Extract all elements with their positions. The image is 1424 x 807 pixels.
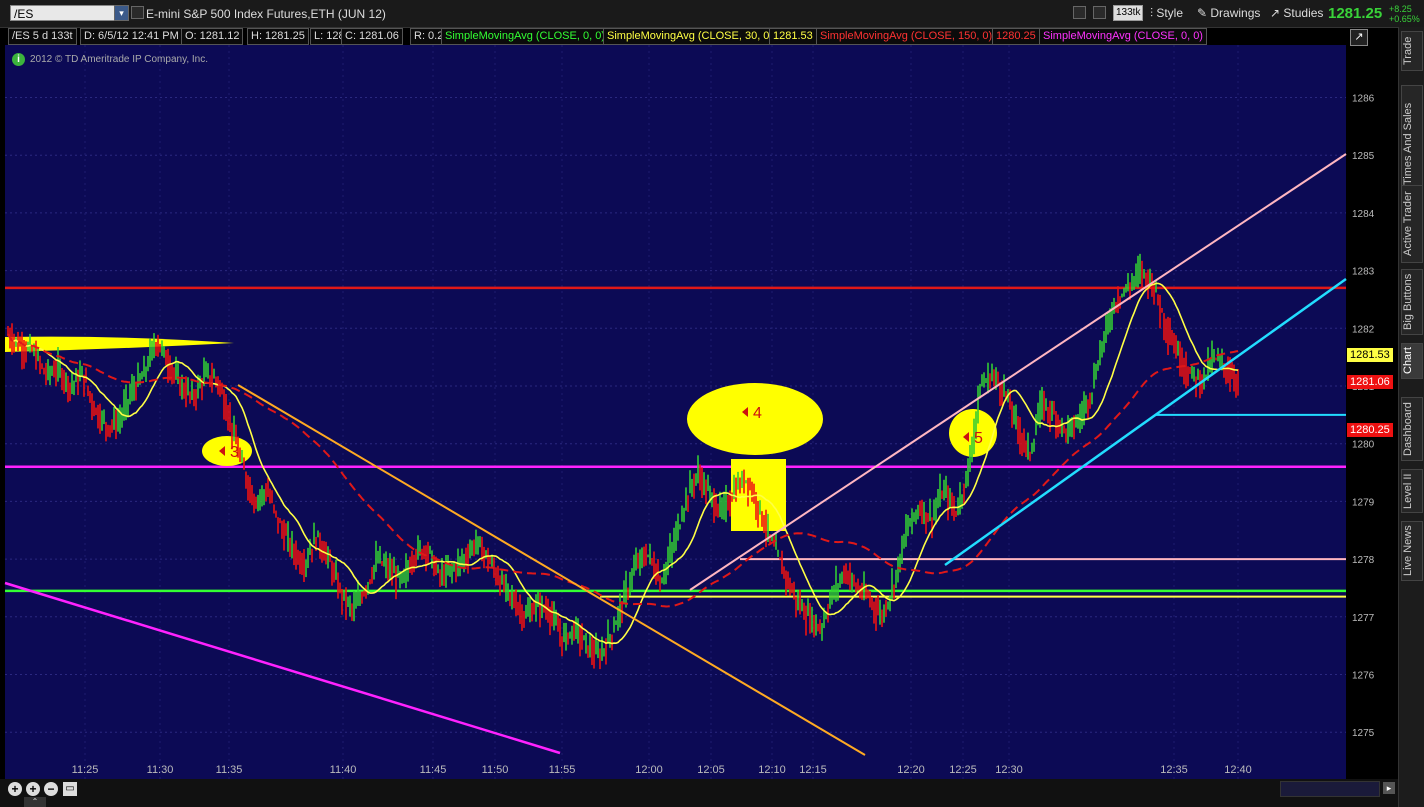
annotation-label-5: 5 — [974, 430, 983, 447]
studies-button[interactable]: ↗ Studies — [1270, 5, 1323, 22]
scrollbar[interactable] — [1280, 781, 1380, 797]
zoom-out-icon[interactable]: − — [44, 782, 58, 796]
x-tick-label: 12:15 — [799, 764, 827, 776]
highlight-ellipse-5 — [949, 409, 997, 457]
style-label: Style — [1156, 6, 1184, 20]
info-icon[interactable]: i — [12, 53, 25, 66]
x-tick-label: 11:30 — [147, 764, 174, 776]
last-price: 1281.25 — [1328, 5, 1383, 22]
copyright: 2012 © TD Ameritrade IP Company, Inc. — [30, 54, 209, 65]
x-tick-label: 12:00 — [635, 764, 663, 776]
y-tick-label: 1277 — [1352, 613, 1375, 624]
y-tick-label: 1275 — [1352, 728, 1375, 739]
drawings-label: Drawings — [1210, 6, 1261, 20]
x-tick-label: 12:40 — [1224, 764, 1252, 776]
x-tick-label: 11:35 — [216, 764, 243, 776]
top-toolbar: /ES ▾ E-mini S&P 500 Index Futures,ETH (… — [0, 0, 1424, 28]
change-abs: +8.25 — [1389, 4, 1412, 14]
tab-big-buttons[interactable]: Big Buttons — [1401, 269, 1423, 335]
last-price-tag: 1281.06 — [1347, 375, 1393, 389]
y-tick-label: 1286 — [1352, 94, 1375, 105]
instrument-title: E-mini S&P 500 Index Futures,ETH (JUN 12… — [146, 7, 386, 21]
sma150-price-tag: 1280.25 — [1347, 423, 1393, 437]
chart-settings-icon[interactable]: ↗ — [1350, 29, 1368, 46]
x-tick-label: 12:30 — [995, 764, 1023, 776]
x-tick-label: 11:25 — [72, 764, 99, 776]
zoom-in-icon[interactable]: + — [26, 782, 40, 796]
style-button[interactable]: ⫶ Style — [1150, 5, 1183, 22]
tab-chart[interactable]: Chart — [1401, 343, 1423, 379]
tab-level-ii[interactable]: Level II — [1401, 469, 1423, 513]
tab-dashboard[interactable]: Dashboard — [1401, 397, 1423, 461]
y-axis: 1275127612771278127912801281128212831284… — [1352, 94, 1375, 740]
x-tick-label: 11:40 — [330, 764, 357, 776]
symbol-input[interactable]: /ES — [10, 5, 116, 21]
aggregation-badge[interactable]: 133tk — [1113, 5, 1144, 21]
annotation-label-3: 3 — [230, 444, 239, 461]
x-tick-label: 12:10 — [758, 764, 786, 776]
y-tick-label: 1279 — [1352, 497, 1375, 508]
y-tick-label: 1276 — [1352, 671, 1375, 682]
annotation-label-4: 4 — [753, 405, 762, 422]
studies-icon: ↗ — [1270, 6, 1284, 20]
y-tick-label: 1284 — [1352, 209, 1375, 220]
tab-live-news[interactable]: Live News — [1401, 521, 1423, 581]
info-high: H: 1281.25 — [247, 28, 309, 45]
info-sma2: SimpleMovingAvg (CLOSE, 30, 0) — [603, 28, 778, 45]
expand-icon[interactable]: ▸ — [1383, 782, 1395, 794]
pencil-icon: ✎ — [1197, 6, 1211, 20]
pan-icon[interactable]: + — [8, 782, 22, 796]
change-pct: +0.65% — [1389, 14, 1420, 24]
zoom-reset-icon[interactable]: ▭ — [63, 782, 77, 796]
wrench-icon[interactable] — [1093, 6, 1106, 19]
x-tick-label: 12:25 — [949, 764, 977, 776]
x-tick-label: 12:05 — [697, 764, 725, 776]
symbol-dropdown-icon[interactable]: ▾ — [114, 5, 129, 21]
drawings-button[interactable]: ✎ Drawings — [1197, 5, 1260, 22]
bottom-bar — [0, 779, 1398, 807]
info-sma2-value: 1281.53 — [769, 28, 817, 45]
zoom-icon[interactable] — [1073, 6, 1086, 19]
y-tick-label: 1282 — [1352, 324, 1375, 335]
tab-active-trader[interactable]: Active Trader — [1401, 185, 1423, 263]
studies-label: Studies — [1283, 6, 1324, 20]
x-tick-label: 12:35 — [1160, 764, 1188, 776]
y-tick-label: 1280 — [1352, 440, 1375, 451]
x-tick-label: 12:20 — [897, 764, 925, 776]
info-date: D: 6/5/12 12:41 PM — [80, 28, 183, 45]
info-sma3: SimpleMovingAvg (CLOSE, 150, 0) — [816, 28, 997, 45]
x-tick-label: 11:55 — [549, 764, 576, 776]
sma30-price-tag: 1281.53 — [1347, 348, 1393, 362]
y-tick-label: 1278 — [1352, 555, 1375, 566]
y-tick-label: 1283 — [1352, 267, 1375, 278]
y-tick-label: 1285 — [1352, 151, 1375, 162]
info-close: C: 1281.06 — [341, 28, 403, 45]
info-sma3-value: 1280.25 — [992, 28, 1040, 45]
info-period: /ES 5 d 133t — [8, 28, 77, 45]
info-open: O: 1281.12 — [181, 28, 244, 45]
info-sma1: SimpleMovingAvg (CLOSE, 0, 0) — [441, 28, 609, 45]
x-tick-label: 11:50 — [482, 764, 509, 776]
link-icon[interactable] — [131, 6, 144, 19]
side-panel: Trade Times And Sales Active Trader Big … — [1398, 27, 1424, 807]
price-chart[interactable]: 345 127512761277127812791280128112821283… — [0, 27, 1398, 806]
x-tick-label: 11:45 — [420, 764, 447, 776]
collapse-icon[interactable]: ⌃ — [24, 797, 46, 807]
info-sma4: SimpleMovingAvg (CLOSE, 0, 0) — [1039, 28, 1207, 45]
tab-trade[interactable]: Trade — [1401, 31, 1423, 71]
